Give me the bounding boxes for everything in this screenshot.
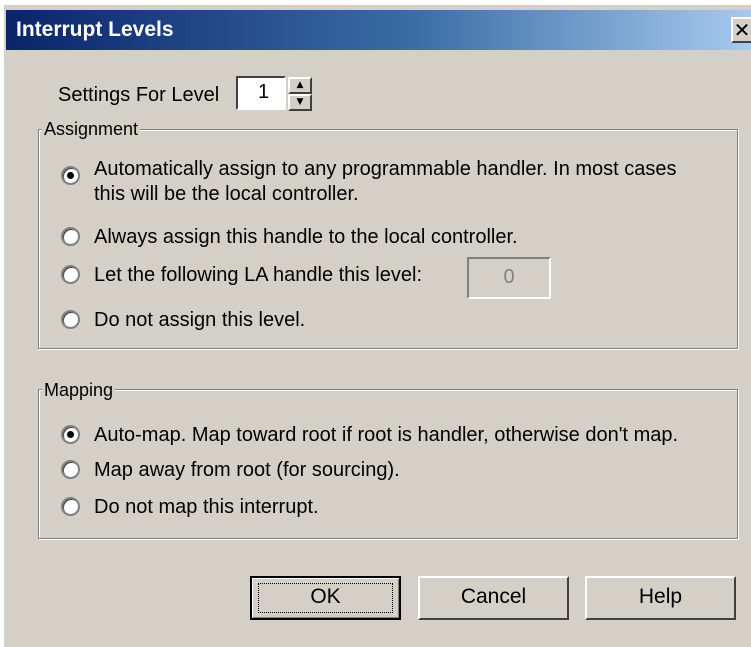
level-label: Settings For Level — [58, 84, 220, 106]
cancel-button-label: Cancel — [460, 585, 527, 608]
radio-following-la[interactable] — [61, 265, 80, 284]
ok-button[interactable]: OK — [250, 576, 401, 620]
radio-map-away[interactable] — [61, 460, 80, 479]
close-button[interactable]: ✕ — [731, 17, 751, 43]
radio-auto-map[interactable] — [61, 425, 80, 444]
radio-map-away-label: Map away from root (for sourcing). — [94, 459, 400, 481]
radio-always-local[interactable] — [61, 227, 80, 246]
spin-up-button[interactable]: ▲ — [288, 77, 312, 94]
arrow-up-icon: ▲ — [296, 80, 304, 90]
title-bar[interactable]: Interrupt Levels — [6, 10, 751, 50]
level-value: 1 — [258, 81, 270, 103]
window-title: Interrupt Levels — [16, 18, 174, 41]
radio-auto-assign-label-line2: this will be the local controller. — [94, 183, 359, 205]
la-handle-input[interactable]: 0 — [467, 257, 551, 299]
arrow-down-icon: ▼ — [296, 97, 304, 107]
help-button-label: Help — [638, 585, 683, 608]
radio-auto-assign[interactable] — [61, 166, 80, 185]
close-icon: ✕ — [733, 18, 751, 42]
assignment-group-label: Assignment — [42, 119, 141, 140]
radio-do-not-map[interactable] — [61, 497, 80, 516]
radio-auto-assign-label: Automatically assign to any programmable… — [94, 158, 677, 180]
help-button[interactable]: Help — [585, 576, 736, 620]
radio-auto-map-label: Auto-map. Map toward root if root is han… — [94, 424, 679, 446]
radio-do-not-assign[interactable] — [61, 310, 80, 329]
radio-following-la-label: Let the following LA handle this level: — [94, 264, 422, 286]
radio-do-not-map-label: Do not map this interrupt. — [94, 496, 319, 518]
radio-always-local-label: Always assign this handle to the local c… — [94, 226, 518, 248]
focus-ring — [258, 583, 393, 613]
mapping-group-label: Mapping — [42, 380, 116, 401]
spin-down-button[interactable]: ▼ — [288, 94, 312, 111]
radio-do-not-assign-label: Do not assign this level. — [94, 309, 306, 331]
level-spinner-input[interactable]: 1 — [236, 76, 286, 110]
cancel-button[interactable]: Cancel — [418, 576, 569, 620]
